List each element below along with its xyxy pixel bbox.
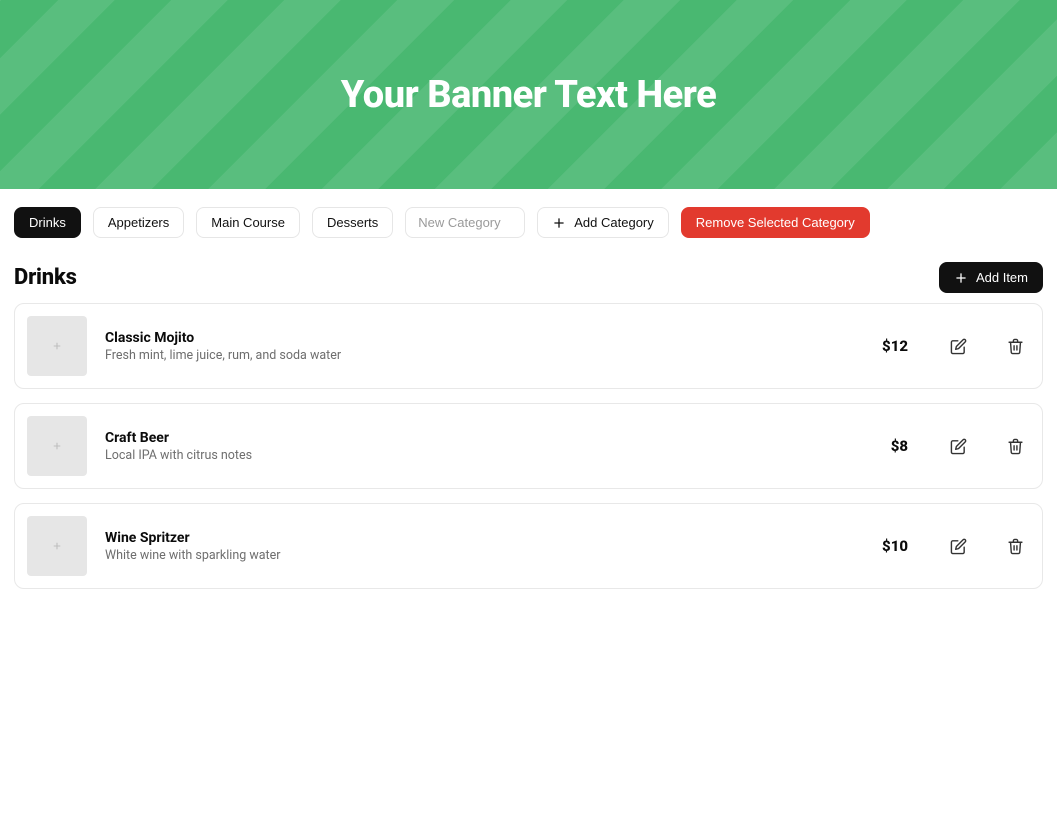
edit-icon xyxy=(950,438,967,455)
delete-item-button[interactable] xyxy=(1001,332,1030,361)
remove-category-button[interactable]: Remove Selected Category xyxy=(681,207,870,238)
edit-item-button[interactable] xyxy=(944,532,973,561)
add-item-label: Add Item xyxy=(976,270,1028,285)
new-category-input[interactable] xyxy=(405,207,525,238)
trash-icon xyxy=(1007,338,1024,355)
item-name: Craft Beer xyxy=(105,430,873,446)
banner-title: Your Banner Text Here xyxy=(341,73,716,117)
item-price: $12 xyxy=(882,337,908,355)
plus-icon xyxy=(52,541,62,551)
plus-icon xyxy=(52,341,62,351)
edit-icon xyxy=(950,338,967,355)
trash-icon xyxy=(1007,438,1024,455)
section-title: Drinks xyxy=(14,265,77,290)
item-description: Fresh mint, lime juice, rum, and soda wa… xyxy=(105,348,864,363)
item-description: Local IPA with citrus notes xyxy=(105,448,873,463)
item-price: $8 xyxy=(891,437,908,455)
tab-appetizers[interactable]: Appetizers xyxy=(93,207,184,238)
item-description: White wine with sparkling water xyxy=(105,548,864,563)
banner: Your Banner Text Here xyxy=(0,0,1057,189)
tab-desserts[interactable]: Desserts xyxy=(312,207,393,238)
plus-icon xyxy=(552,216,566,230)
item-body: Craft Beer Local IPA with citrus notes xyxy=(105,430,873,463)
list-item: Craft Beer Local IPA with citrus notes $… xyxy=(14,403,1043,489)
delete-item-button[interactable] xyxy=(1001,432,1030,461)
add-category-label: Add Category xyxy=(574,215,654,230)
list-item: Classic Mojito Fresh mint, lime juice, r… xyxy=(14,303,1043,389)
remove-category-label: Remove Selected Category xyxy=(696,215,855,230)
trash-icon xyxy=(1007,538,1024,555)
image-placeholder[interactable] xyxy=(27,316,87,376)
item-name: Classic Mojito xyxy=(105,330,864,346)
item-body: Wine Spritzer White wine with sparkling … xyxy=(105,530,864,563)
add-item-button[interactable]: Add Item xyxy=(939,262,1043,293)
item-name: Wine Spritzer xyxy=(105,530,864,546)
plus-icon xyxy=(954,271,968,285)
add-category-button[interactable]: Add Category xyxy=(537,207,669,238)
item-price: $10 xyxy=(882,537,908,555)
delete-item-button[interactable] xyxy=(1001,532,1030,561)
edit-icon xyxy=(950,538,967,555)
plus-icon xyxy=(52,441,62,451)
edit-item-button[interactable] xyxy=(944,332,973,361)
item-list: Classic Mojito Fresh mint, lime juice, r… xyxy=(0,303,1057,613)
section-header: Drinks Add Item xyxy=(0,238,1057,303)
image-placeholder[interactable] xyxy=(27,516,87,576)
list-item: Wine Spritzer White wine with sparkling … xyxy=(14,503,1043,589)
category-toolbar: Drinks Appetizers Main Course Desserts A… xyxy=(0,189,1057,238)
image-placeholder[interactable] xyxy=(27,416,87,476)
tab-main-course[interactable]: Main Course xyxy=(196,207,300,238)
tab-drinks[interactable]: Drinks xyxy=(14,207,81,238)
item-body: Classic Mojito Fresh mint, lime juice, r… xyxy=(105,330,864,363)
edit-item-button[interactable] xyxy=(944,432,973,461)
